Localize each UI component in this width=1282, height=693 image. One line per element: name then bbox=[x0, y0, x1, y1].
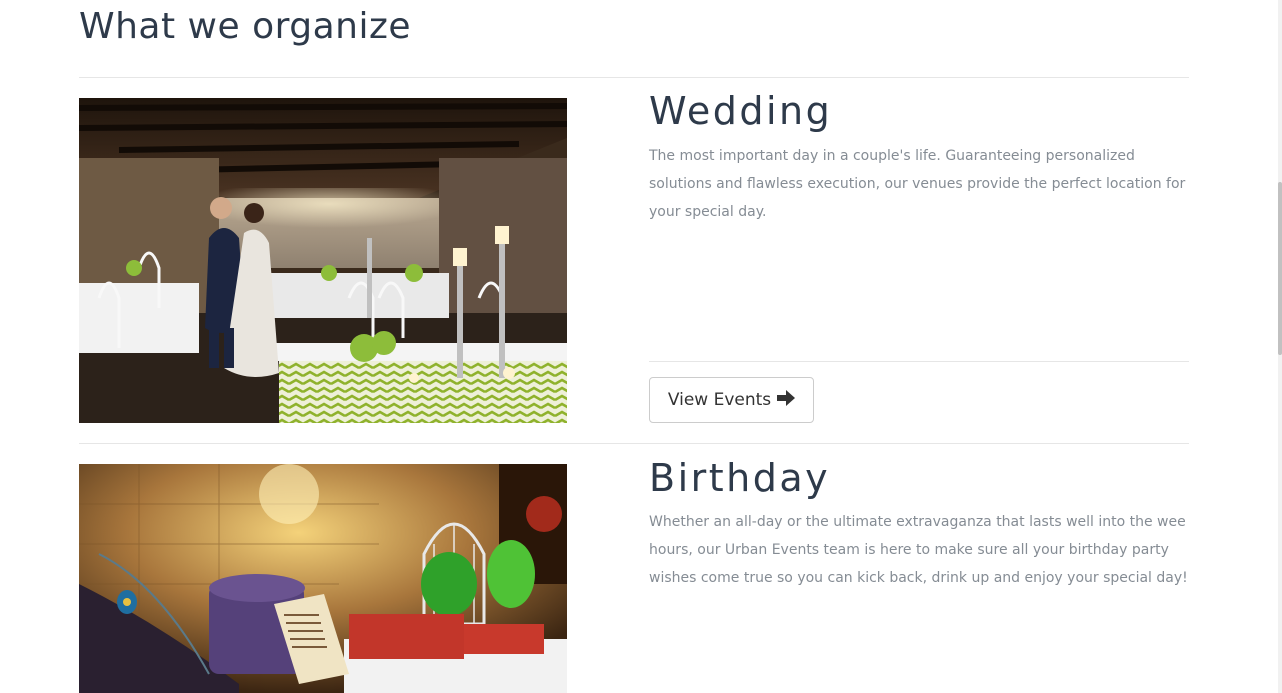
page: What we organize Wedding The most import… bbox=[0, 0, 1282, 693]
birthday-title: Birthday bbox=[649, 456, 831, 500]
wedding-image bbox=[79, 98, 567, 423]
scrollbar[interactable] bbox=[1278, 0, 1282, 693]
wedding-title: Wedding bbox=[649, 89, 833, 133]
section-title: What we organize bbox=[79, 6, 412, 47]
view-events-label: View Events bbox=[667, 390, 772, 410]
birthday-description: Whether an all-day or the ultimate extra… bbox=[649, 514, 1188, 586]
arrow-right-icon bbox=[777, 389, 796, 411]
divider bbox=[79, 77, 1189, 78]
wedding-description: The most important day in a couple's lif… bbox=[649, 148, 1186, 220]
scrollbar-thumb[interactable] bbox=[1278, 182, 1282, 355]
divider bbox=[79, 443, 1189, 444]
birthday-image bbox=[79, 464, 567, 693]
view-events-button[interactable]: View Events bbox=[649, 377, 814, 423]
divider bbox=[649, 361, 1189, 362]
